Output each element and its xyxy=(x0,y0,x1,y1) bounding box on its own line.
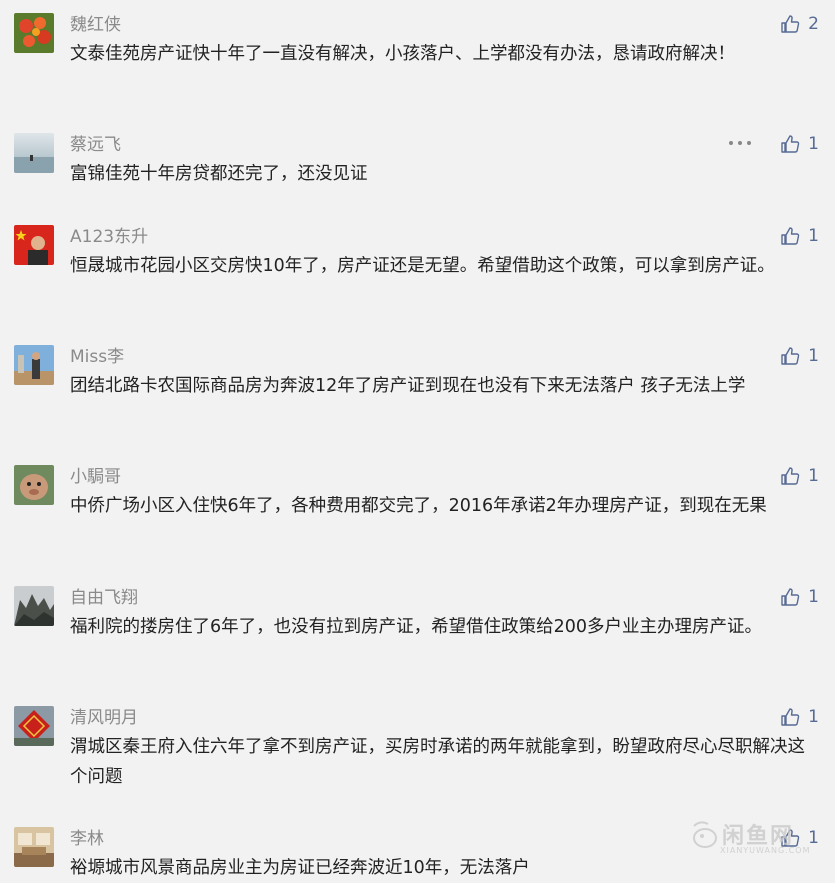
comment-text: 文泰佳苑房产证快十年了一直没有解决，小孩落户、上学都没有办法，恳请政府解决！ xyxy=(70,44,735,64)
watermark-subtitle: XIANYUWANG.COM xyxy=(720,846,811,855)
fish-logo-icon xyxy=(693,821,717,848)
like-count: 1 xyxy=(808,466,819,486)
like-count: 1 xyxy=(808,346,819,366)
commenter-name[interactable]: 李林 xyxy=(70,828,104,850)
site-watermark: 闲鱼网 XIANYUWANG.COM xyxy=(690,818,810,860)
interior-photo-avatar[interactable] xyxy=(14,827,54,867)
like-count: 1 xyxy=(808,587,819,607)
thumbs-up-icon xyxy=(781,15,800,33)
comment-text: 福利院的搂房住了6年了，也没有拉到房产证，希望借住政策给200多户业主办理房产证… xyxy=(70,617,763,637)
thumbs-up-icon xyxy=(781,227,800,245)
comment-text: 富锦佳苑十年房贷都还完了，还没见证 xyxy=(70,164,368,184)
red-decoration-avatar[interactable] xyxy=(14,706,54,746)
like-button[interactable]: 1 xyxy=(780,225,819,247)
thumbs-up-icon xyxy=(781,347,800,365)
flower-photo-avatar[interactable] xyxy=(14,13,54,53)
comment-text: 团结北路卡农国际商品房为奔波12年了房产证到现在也没有下来无法落户 孩子无法上学 xyxy=(70,376,746,396)
like-count: 2 xyxy=(808,14,819,34)
more-options-icon[interactable] xyxy=(729,141,751,147)
commenter-name[interactable]: 自由飞翔 xyxy=(70,587,138,609)
rock-landscape-avatar[interactable] xyxy=(14,586,54,626)
like-button[interactable]: 2 xyxy=(780,13,819,35)
commenter-name[interactable]: A123东升 xyxy=(70,226,148,248)
comment-text: 中侨广场小区入住快6年了，各种费用都交完了，2016年承诺2年办理房产证，到现在… xyxy=(70,496,767,516)
comment-text: 恒晟城市花园小区交房快10年了，房产证还是无望。希望借助这个政策，可以拿到房产证… xyxy=(70,256,775,276)
commenter-name[interactable]: 小駶哥 xyxy=(70,466,121,488)
comment-text: 渭城区秦王府入住六年了拿不到房产证，买房时承诺的两年就能拿到，盼望政府尽心尽职解… xyxy=(70,737,805,787)
like-button[interactable]: 1 xyxy=(780,586,819,608)
like-button[interactable]: 1 xyxy=(780,345,819,367)
commenter-name[interactable]: 蔡远飞 xyxy=(70,134,121,156)
like-count: 1 xyxy=(808,226,819,246)
like-button[interactable]: 1 xyxy=(780,465,819,487)
commenter-name[interactable]: Miss李 xyxy=(70,346,124,368)
thumbs-up-icon xyxy=(781,467,800,485)
like-button[interactable]: 1 xyxy=(780,133,819,155)
like-count: 1 xyxy=(808,134,819,154)
misty-lake-avatar[interactable] xyxy=(14,133,54,173)
commenter-name[interactable]: 清风明月 xyxy=(70,707,138,729)
thumbs-up-icon xyxy=(781,135,800,153)
thumbs-up-icon xyxy=(781,708,800,726)
like-count: 1 xyxy=(808,707,819,727)
tourist-photo-avatar[interactable] xyxy=(14,345,54,385)
like-button[interactable]: 1 xyxy=(780,706,819,728)
thumbs-up-icon xyxy=(781,588,800,606)
cartoon-avatar[interactable] xyxy=(14,465,54,505)
flag-portrait-avatar[interactable] xyxy=(14,225,54,265)
commenter-name[interactable]: 魏红侠 xyxy=(70,14,121,36)
